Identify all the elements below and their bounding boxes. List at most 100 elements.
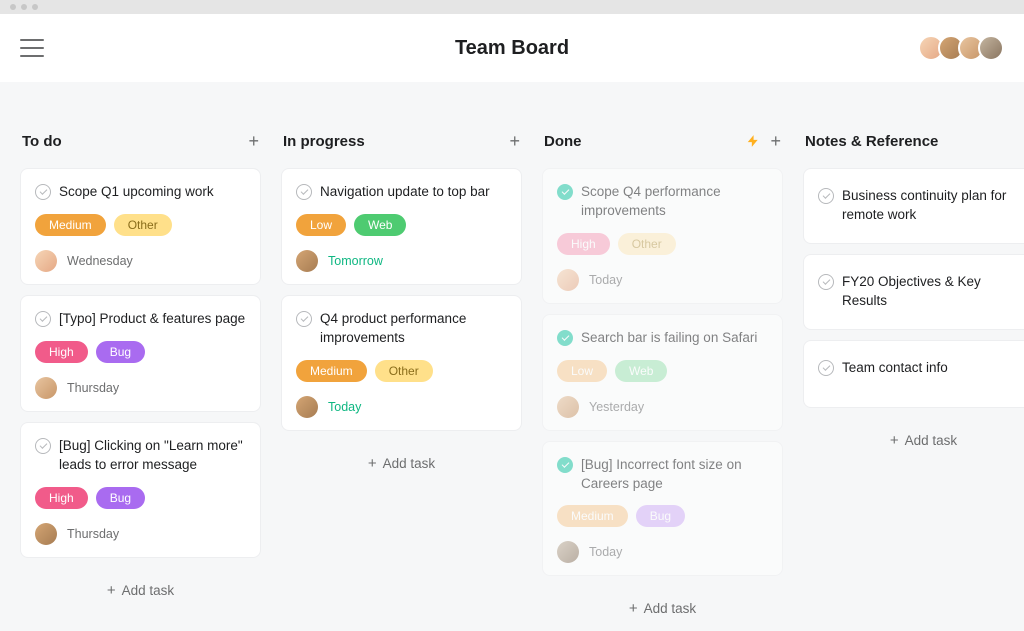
card-title: FY20 Objectives & Key Results xyxy=(842,273,1024,311)
tag[interactable]: Medium xyxy=(35,214,106,236)
topbar: Team Board xyxy=(0,14,1024,82)
tag[interactable]: Web xyxy=(354,214,406,236)
assignee-avatar[interactable] xyxy=(557,541,579,563)
tag[interactable]: Medium xyxy=(296,360,367,382)
task-card[interactable]: [Bug] Incorrect font size on Careers pag… xyxy=(542,441,783,577)
task-card[interactable]: [Bug] Clicking on "Learn more" leads to … xyxy=(20,422,261,558)
tag[interactable]: Low xyxy=(296,214,346,236)
tag[interactable]: Other xyxy=(618,233,676,255)
column-header: Notes & Reference+ xyxy=(803,132,1024,150)
card-title-row: Scope Q4 performance improvements xyxy=(557,183,768,221)
add-column-task-icon[interactable]: + xyxy=(509,132,520,150)
assignee-avatar[interactable] xyxy=(296,396,318,418)
card-meta: Yesterday xyxy=(557,396,768,418)
card-title-row: [Bug] Incorrect font size on Careers pag… xyxy=(557,456,768,494)
add-task-button[interactable]: +Add task xyxy=(542,586,783,631)
assignee-avatar[interactable] xyxy=(557,269,579,291)
task-card[interactable]: Scope Q4 performance improvements High Oth… xyxy=(542,168,783,304)
traffic-light-icon xyxy=(32,4,38,10)
task-card[interactable]: Scope Q1 upcoming work Medium Other Wednesd… xyxy=(20,168,261,285)
plus-icon: + xyxy=(107,582,116,599)
due-date: Today xyxy=(589,273,622,287)
avatar[interactable] xyxy=(978,35,1004,61)
add-task-button[interactable]: +Add task xyxy=(281,441,522,486)
check-circle-icon[interactable] xyxy=(296,184,312,200)
tag[interactable]: Medium xyxy=(557,505,628,527)
card-title-row: [Typo] Product & features page xyxy=(35,310,246,329)
tag[interactable]: Web xyxy=(615,360,667,382)
assignee-avatar[interactable] xyxy=(35,523,57,545)
check-circle-icon[interactable] xyxy=(35,184,51,200)
task-card[interactable]: Team contact info xyxy=(803,340,1024,408)
menu-icon[interactable] xyxy=(20,39,44,57)
due-date: Today xyxy=(589,545,622,559)
add-column-task-icon[interactable]: + xyxy=(770,132,781,150)
card-title: Navigation update to top bar xyxy=(320,183,490,202)
due-date: Tomorrow xyxy=(328,254,383,268)
task-card[interactable]: Business continuity plan for remote work xyxy=(803,168,1024,244)
assignee-avatar[interactable] xyxy=(35,250,57,272)
check-circle-icon[interactable] xyxy=(35,438,51,454)
card-title-row: Scope Q1 upcoming work xyxy=(35,183,246,202)
tag[interactable]: Other xyxy=(114,214,172,236)
bolt-icon[interactable] xyxy=(746,133,760,149)
add-task-label: Add task xyxy=(905,433,958,448)
card-tags: Medium Other xyxy=(296,360,507,382)
task-card[interactable]: [Typo] Product & features page High Bug Thu… xyxy=(20,295,261,412)
card-tags: Low Web xyxy=(557,360,768,382)
board: To do + Scope Q1 upcoming work Medium Other W… xyxy=(0,82,1024,631)
card-tags: Medium Other xyxy=(35,214,246,236)
card-meta: Tomorrow xyxy=(296,250,507,272)
card-title: Search bar is failing on Safari xyxy=(581,329,757,348)
card-meta: Thursday xyxy=(35,377,246,399)
card-tags: High Bug xyxy=(35,487,246,509)
due-date: Thursday xyxy=(67,527,119,541)
card-meta: Today xyxy=(557,541,768,563)
tag[interactable]: Low xyxy=(557,360,607,382)
card-meta: Thursday xyxy=(35,523,246,545)
column-header: Done + xyxy=(542,132,783,150)
column-actions: + xyxy=(248,132,259,150)
check-circle-icon[interactable] xyxy=(818,188,834,204)
add-task-button[interactable]: + Add task xyxy=(803,418,1024,463)
assignee-avatar[interactable] xyxy=(557,396,579,418)
member-avatars[interactable] xyxy=(924,35,1004,61)
tag[interactable]: Bug xyxy=(96,487,145,509)
tag[interactable]: Bug xyxy=(96,341,145,363)
task-card[interactable]: Navigation update to top bar Low Web Tomorr… xyxy=(281,168,522,285)
traffic-light-icon xyxy=(21,4,27,10)
card-meta: Today xyxy=(557,269,768,291)
check-circle-icon[interactable] xyxy=(557,457,573,473)
board-column: Done + Scope Q4 performance improvements Hi… xyxy=(542,132,783,631)
card-meta: Wednesday xyxy=(35,250,246,272)
due-date: Thursday xyxy=(67,381,119,395)
plus-icon: + xyxy=(890,432,899,449)
task-card[interactable]: Q4 product performance improvementsMediu… xyxy=(281,295,522,431)
tag[interactable]: High xyxy=(557,233,610,255)
tag[interactable]: High xyxy=(35,487,88,509)
column-title: Done xyxy=(544,133,582,150)
card-title: [Typo] Product & features page xyxy=(59,310,245,329)
tag[interactable]: Other xyxy=(375,360,433,382)
check-circle-icon[interactable] xyxy=(296,311,312,327)
tag[interactable]: High xyxy=(35,341,88,363)
column-title: To do xyxy=(22,133,62,150)
add-task-button[interactable]: + Add task xyxy=(20,568,261,613)
traffic-light-icon xyxy=(10,4,16,10)
check-circle-icon[interactable] xyxy=(818,360,834,376)
column-header: To do + xyxy=(20,132,261,150)
task-card[interactable]: FY20 Objectives & Key Results xyxy=(803,254,1024,330)
check-circle-icon[interactable] xyxy=(557,330,573,346)
board-column: In progress+Navigation update to top bar… xyxy=(281,132,522,486)
check-circle-icon[interactable] xyxy=(35,311,51,327)
task-card[interactable]: Search bar is failing on Safari Low Web Yes… xyxy=(542,314,783,431)
card-tags: Low Web xyxy=(296,214,507,236)
assignee-avatar[interactable] xyxy=(35,377,57,399)
assignee-avatar[interactable] xyxy=(296,250,318,272)
add-column-task-icon[interactable]: + xyxy=(248,132,259,150)
check-circle-icon[interactable] xyxy=(557,184,573,200)
card-tags: Medium Bug xyxy=(557,505,768,527)
tag[interactable]: Bug xyxy=(636,505,685,527)
add-task-label: Add task xyxy=(122,583,175,598)
check-circle-icon[interactable] xyxy=(818,274,834,290)
